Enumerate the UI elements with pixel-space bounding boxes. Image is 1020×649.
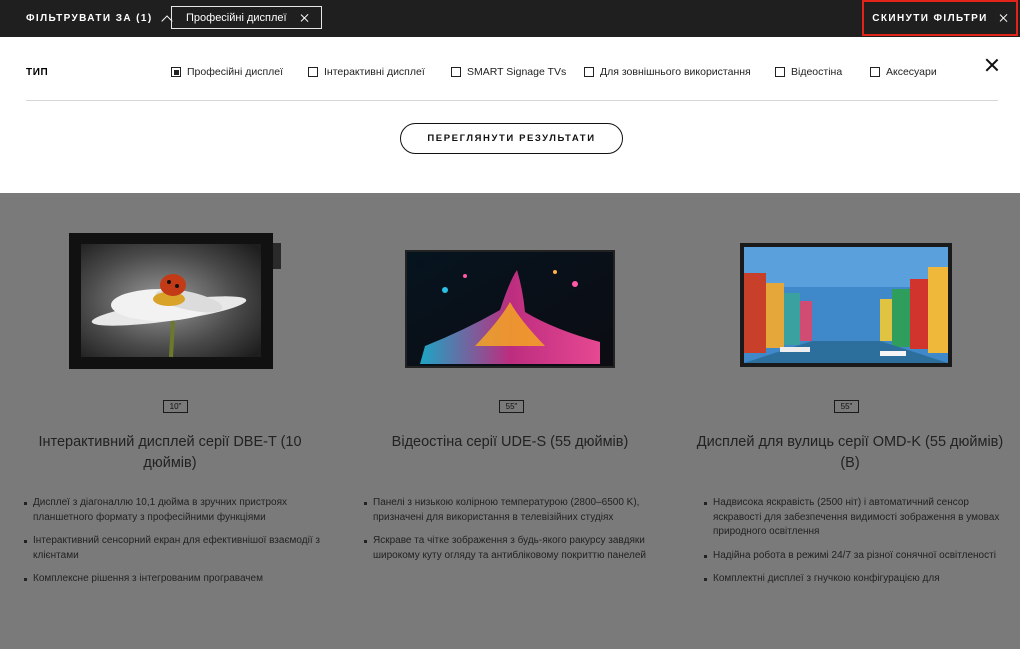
checkbox[interactable] xyxy=(775,67,785,77)
active-filter-chip[interactable]: Професійні дисплеї xyxy=(171,6,322,29)
feature-item: Комплексне рішення з інтегрованим програ… xyxy=(24,572,324,587)
filter-option-label: Для зовнішнього використання xyxy=(600,66,751,78)
filter-by-toggle[interactable]: ФІЛЬТРУВАТИ ЗА (1) xyxy=(26,0,173,37)
filter-option-accessories[interactable]: Аксесуари xyxy=(870,66,937,78)
product-card: 55" Відеостіна серії UDE-S (55 дюймів) П… xyxy=(340,193,680,649)
page: ФІЛЬТРУВАТИ ЗА (1) Професійні дисплеї СК… xyxy=(0,0,1020,649)
checkbox-checked[interactable] xyxy=(171,67,181,77)
filter-option-label: SMART Signage TVs xyxy=(467,66,567,78)
filter-option-label: Аксесуари xyxy=(886,66,937,78)
product-image-outdoor-display[interactable] xyxy=(740,243,952,372)
active-filter-chip-label: Професійні дисплеї xyxy=(186,11,287,24)
product-card: 55" Дисплей для вулиць серії OMD-K (55 д… xyxy=(680,193,1020,649)
size-badge: 10" xyxy=(163,400,188,413)
reset-filters-button[interactable]: СКИНУТИ ФІЛЬТРИ xyxy=(862,0,1018,36)
filter-option-smart-signage[interactable]: SMART Signage TVs xyxy=(451,66,566,78)
product-image xyxy=(405,250,615,368)
product-name[interactable]: Інтерактивний дисплей серії DBE-T (10 дю… xyxy=(10,432,330,474)
feature-item: Надвисока яскравість (2500 ніт) і автома… xyxy=(704,496,1004,540)
checkbox[interactable] xyxy=(308,67,318,77)
filter-option-interactive-displays[interactable]: Інтерактивні дисплеї xyxy=(308,66,425,78)
feature-item: Яскраве та чітке зображення з будь-якого… xyxy=(364,534,664,563)
product-name[interactable]: Дисплей для вулиць серії OMD-K (55 дюймі… xyxy=(690,432,1010,474)
feature-item: Надійна робота в режимі 24/7 за різної с… xyxy=(704,549,1004,564)
filter-option-professional-displays[interactable]: Професійні дисплеї xyxy=(171,66,283,78)
product-image-tablet-display[interactable] xyxy=(69,233,281,374)
product-image xyxy=(69,233,281,369)
feature-item: Дисплеї з діагоналлю 10,1 дюйма в зручни… xyxy=(24,496,324,525)
feature-item: Інтерактивний сенсорний екран для ефекти… xyxy=(24,534,324,563)
filter-type-label: ТИП xyxy=(26,67,49,78)
product-features: Надвисока яскравість (2500 ніт) і автома… xyxy=(704,496,1004,596)
feature-item: Панелі з низькою колірною температурою (… xyxy=(364,496,664,525)
filter-option-label: Інтерактивні дисплеї xyxy=(324,66,425,78)
filter-option-label: Відеостіна xyxy=(791,66,843,78)
close-icon[interactable] xyxy=(985,58,999,72)
product-image xyxy=(740,243,952,367)
filter-option-video-wall[interactable]: Відеостіна xyxy=(775,66,842,78)
filter-panel: ТИП Професійні дисплеї Інтерактивні дисп… xyxy=(0,37,1020,193)
checkbox[interactable] xyxy=(584,67,594,77)
checkbox[interactable] xyxy=(870,67,880,77)
reset-filters-label: СКИНУТИ ФІЛЬТРИ xyxy=(872,12,988,24)
feature-item: Комплектні дисплеї з гнучкою конфігураці… xyxy=(704,572,1004,587)
product-card: 10" Інтерактивний дисплей серії DBE-T (1… xyxy=(0,193,340,649)
divider xyxy=(26,100,998,101)
close-icon[interactable] xyxy=(301,14,309,22)
close-icon xyxy=(1000,14,1008,22)
size-badge: 55" xyxy=(834,400,859,413)
product-features: Дисплеї з діагоналлю 10,1 дюйма в зручни… xyxy=(24,496,324,596)
filter-option-label: Професійні дисплеї xyxy=(187,66,284,78)
filter-option-outdoor[interactable]: Для зовнішнього використання xyxy=(584,66,751,78)
filter-by-label: ФІЛЬТРУВАТИ ЗА (1) xyxy=(26,13,153,24)
filter-bar: ФІЛЬТРУВАТИ ЗА (1) Професійні дисплеї СК… xyxy=(0,0,1020,37)
view-results-button[interactable]: ПЕРЕГЛЯНУТИ РЕЗУЛЬТАТИ xyxy=(400,123,623,154)
checkbox[interactable] xyxy=(451,67,461,77)
product-name[interactable]: Відеостіна серії UDE-S (55 дюймів) xyxy=(350,432,670,453)
product-features: Панелі з низькою колірною температурою (… xyxy=(364,496,664,572)
size-badge: 55" xyxy=(499,400,524,413)
product-image-video-wall[interactable] xyxy=(405,250,615,373)
